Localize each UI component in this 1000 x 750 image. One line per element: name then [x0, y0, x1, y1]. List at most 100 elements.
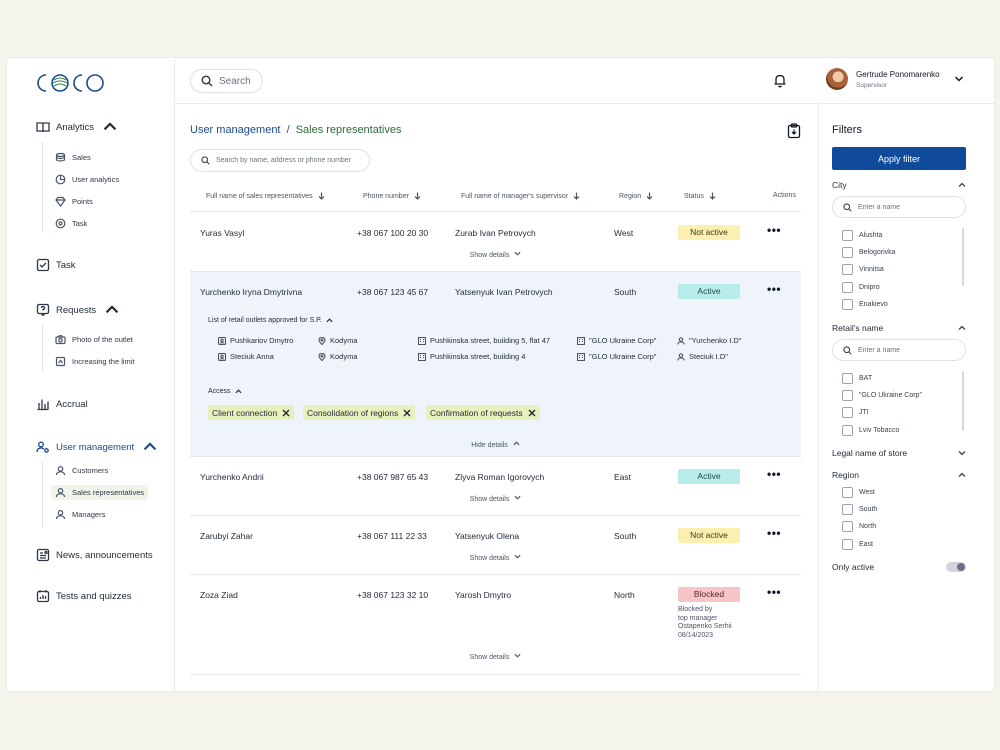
coco-logo[interactable]	[35, 70, 107, 96]
clipboard-download-icon[interactable]	[787, 123, 801, 139]
close-icon[interactable]	[528, 409, 536, 417]
chevron-up-icon[interactable]	[105, 303, 119, 317]
checkbox[interactable]	[842, 373, 853, 384]
city-option[interactable]: Belogorivka	[842, 247, 896, 258]
nav-news[interactable]: News, announcements	[36, 548, 153, 562]
close-icon[interactable]	[282, 409, 290, 417]
nav-sub-photo-outlet[interactable]: Photo of the outlet	[51, 332, 137, 347]
row-actions-menu[interactable]: •••	[767, 223, 781, 237]
nav-user-management[interactable]: User management	[36, 440, 157, 454]
outlets-section-toggle[interactable]: List of retail outlets approved for S.P.	[208, 317, 333, 324]
checkbox[interactable]	[842, 504, 853, 515]
show-details-toggle[interactable]: Show details	[190, 494, 801, 503]
nav-task[interactable]: Task	[36, 258, 76, 272]
retail-option[interactable]: BAT	[842, 373, 872, 384]
cell-phone: +38 067 987 65 43	[357, 472, 429, 482]
table-row[interactable]: Yuras Vasyl +38 067 100 20 30 Zurab Ivan…	[190, 212, 801, 272]
show-details-toggle[interactable]: Show details	[190, 553, 801, 562]
nav-sub-points[interactable]: Points	[51, 194, 97, 209]
column-header-status[interactable]: Status	[684, 192, 716, 200]
blocked-note: Blocked by top manager Ostapenko Serhii …	[678, 606, 758, 640]
nav-accrual[interactable]: Accrual	[36, 397, 88, 411]
city-scrollbar[interactable]	[962, 228, 964, 286]
column-header-phone[interactable]: Phone number	[363, 192, 421, 200]
city-option[interactable]: Enakievo	[842, 299, 888, 310]
table-row[interactable]: Zoza Ziad +38 067 123 32 10 Yarosh Dmytr…	[190, 575, 801, 675]
checkbox[interactable]	[842, 390, 853, 401]
chevron-down-icon[interactable]	[958, 449, 966, 457]
global-search[interactable]: Search	[190, 69, 263, 93]
filter-legal-label[interactable]: Legal name of store	[832, 448, 907, 458]
access-chips: Client connection Consolidation of regio…	[208, 405, 608, 420]
nav-sub-user-analytics[interactable]: User analytics	[51, 172, 123, 187]
table-row-expanded[interactable]: Yurchenko Iryna Dmytrivna +38 067 123 45…	[190, 272, 801, 457]
checkbox[interactable]	[842, 521, 853, 532]
checkbox[interactable]	[842, 230, 853, 241]
row-actions-menu[interactable]: •••	[767, 526, 781, 540]
chevron-up-icon[interactable]	[958, 181, 966, 189]
checkbox[interactable]	[842, 539, 853, 550]
filter-region-label[interactable]: Region	[832, 470, 859, 480]
cell-region: East	[614, 472, 632, 482]
region-option[interactable]: South	[842, 504, 877, 515]
checkbox[interactable]	[842, 299, 853, 310]
filter-city-label[interactable]: City	[832, 180, 847, 190]
checkbox[interactable]	[842, 487, 853, 498]
city-option[interactable]: Vinnitsa	[842, 264, 884, 275]
table-row[interactable]: Yurchenko Andrii +38 067 987 65 43 Zlyva…	[190, 457, 801, 516]
checkbox[interactable]	[842, 407, 853, 418]
retail-option[interactable]: Lviv Tobacco	[842, 425, 899, 436]
nav-tests[interactable]: Tests and quizzes	[36, 589, 132, 603]
column-header-supervisor[interactable]: Full name of manager's supervisor	[461, 192, 580, 200]
retail-option[interactable]: JTI	[842, 407, 869, 418]
bell-icon[interactable]	[773, 73, 787, 88]
user-icon	[677, 336, 685, 345]
filter-retail-label[interactable]: Retail's name	[832, 323, 883, 333]
nav-sub-increase-limit[interactable]: Increasing the limit	[51, 354, 139, 369]
show-details-toggle[interactable]: Show details	[190, 250, 801, 259]
checkbox[interactable]	[842, 264, 853, 275]
chevron-up-icon[interactable]	[958, 324, 966, 332]
nav-sub-sales[interactable]: Sales	[51, 150, 95, 165]
row-actions-menu[interactable]: •••	[767, 585, 781, 599]
show-details-toggle[interactable]: Show details	[190, 652, 801, 661]
nav-sub-sales-representatives[interactable]: Sales representatives	[51, 485, 149, 500]
retail-scrollbar[interactable]	[962, 371, 964, 431]
breadcrumb-parent[interactable]: User management	[190, 124, 281, 136]
retail-option-label: BAT	[859, 375, 873, 382]
nav-sub-customers[interactable]: Customers	[51, 463, 112, 478]
region-option[interactable]: North	[842, 521, 876, 532]
hide-details-toggle[interactable]: Hide details	[190, 440, 801, 449]
user-menu[interactable]: Gertrude Ponomarenko Supervisor	[826, 68, 964, 90]
row-actions-menu[interactable]: •••	[767, 282, 781, 296]
region-option[interactable]: West	[842, 487, 875, 498]
only-active-toggle[interactable]	[946, 562, 966, 572]
nav-analytics[interactable]: Analytics	[36, 120, 117, 134]
city-option[interactable]: Alushta	[842, 230, 882, 241]
nav-sub-task[interactable]: Task	[51, 216, 91, 231]
retail-search-input[interactable]: Enter a name	[832, 339, 966, 361]
nav-requests[interactable]: Requests	[36, 303, 119, 317]
chevron-up-icon[interactable]	[103, 120, 117, 134]
column-header-region[interactable]: Region	[619, 192, 653, 200]
region-option[interactable]: East	[842, 539, 873, 550]
close-icon[interactable]	[403, 409, 411, 417]
app-window: Analytics Sales User analytics Points Ta…	[7, 58, 994, 691]
checkbox[interactable]	[842, 425, 853, 436]
chevron-up-icon[interactable]	[958, 471, 966, 479]
checkbox[interactable]	[842, 282, 853, 293]
table-row[interactable]: Zarubyi Zahar +38 067 111 22 33 Yatsenyu…	[190, 516, 801, 575]
city-search-input[interactable]: Enter a name	[832, 196, 966, 218]
checkbox[interactable]	[842, 247, 853, 258]
city-option[interactable]: Dnipro	[842, 282, 880, 293]
chevron-up-icon[interactable]	[143, 440, 157, 454]
row-actions-menu[interactable]: •••	[767, 467, 781, 481]
nav-analytics-label: Analytics	[56, 121, 95, 133]
access-section-toggle[interactable]: Access	[208, 388, 242, 395]
retail-option[interactable]: "GLO Ukraine Corp"	[842, 390, 922, 401]
apply-filter-button[interactable]: Apply filter	[832, 147, 966, 170]
nav-sub-managers[interactable]: Managers	[51, 507, 109, 522]
table-search-input[interactable]: Search by name, address or phone number	[190, 149, 370, 172]
column-header-name[interactable]: Full name of sales representatives	[206, 192, 325, 200]
chevron-down-icon[interactable]	[954, 74, 964, 84]
